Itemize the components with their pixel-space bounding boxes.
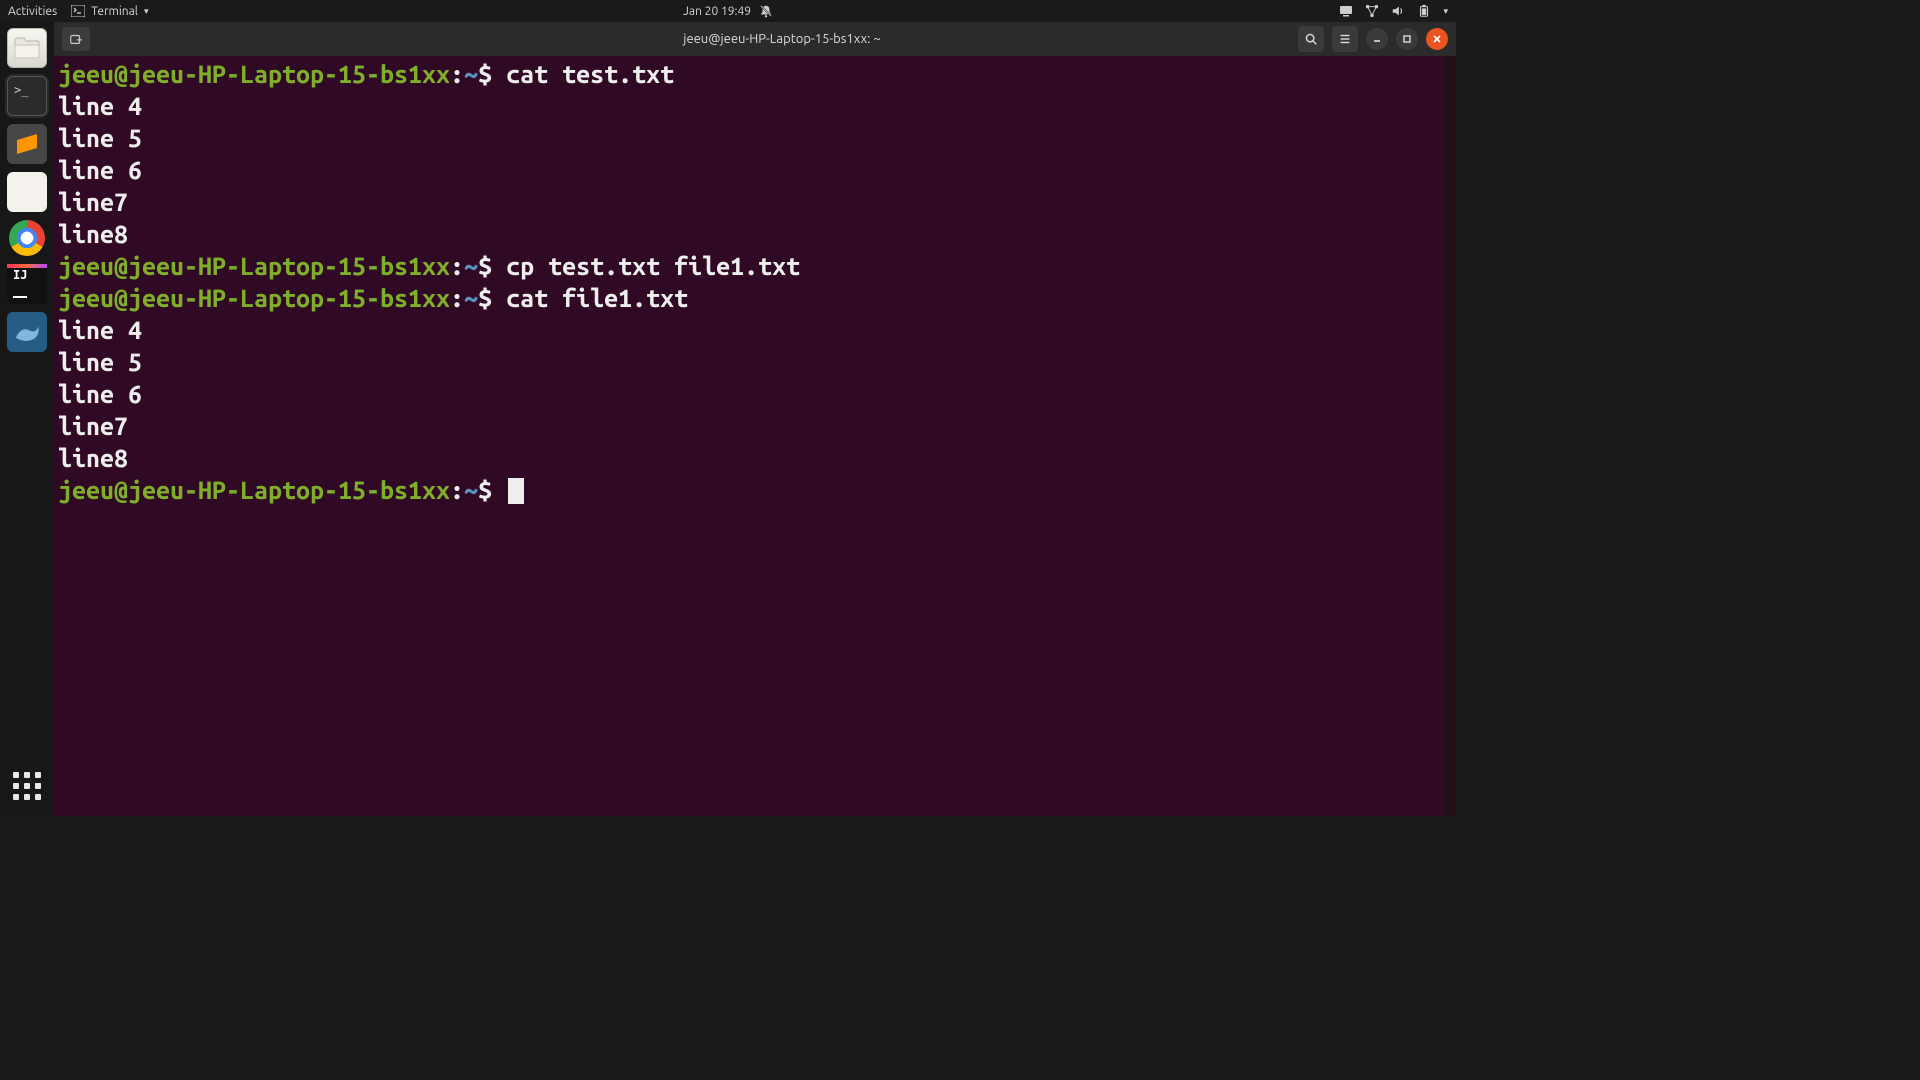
network-icon[interactable] — [1365, 4, 1379, 18]
app-menu-label: Terminal — [91, 5, 138, 18]
search-button[interactable] — [1298, 26, 1324, 52]
scrollbar[interactable] — [1444, 56, 1456, 816]
window-titlebar[interactable]: jeeu@jeeu-HP-Laptop-15-bs1xx: ~ — [54, 22, 1456, 56]
terminal-window: jeeu@jeeu-HP-Laptop-15-bs1xx: ~ jeeu@jee… — [54, 22, 1456, 816]
notification-off-icon[interactable] — [759, 4, 773, 18]
dock-item-sublime-text[interactable] — [7, 124, 47, 164]
terminal-icon — [71, 5, 85, 17]
dock-item-chrome[interactable] — [9, 220, 45, 256]
terminal-cursor — [508, 478, 524, 504]
minimize-button[interactable] — [1366, 28, 1388, 50]
new-tab-button[interactable] — [62, 27, 90, 51]
activities-button[interactable]: Activities — [8, 5, 57, 18]
dock-item-terminal[interactable] — [7, 76, 47, 116]
window-title: jeeu@jeeu-HP-Laptop-15-bs1xx: ~ — [108, 32, 1456, 46]
terminal-output-line: line8 — [58, 442, 1452, 474]
terminal-output-line: line7 — [58, 410, 1452, 442]
terminal-output-line: line 6 — [58, 378, 1452, 410]
dock-item-files[interactable] — [7, 28, 47, 68]
app-menu-terminal[interactable]: Terminal ▾ — [71, 5, 148, 18]
screen-icon[interactable] — [1339, 5, 1353, 17]
clock[interactable]: Jan 20 19:49 — [683, 5, 751, 18]
dropdown-icon: ▾ — [144, 6, 149, 17]
dock-item-mysql-workbench[interactable] — [7, 312, 47, 352]
show-applications-button[interactable] — [7, 766, 47, 806]
terminal-prompt-line: jeeu@jeeu-HP-Laptop-15-bs1xx:~$ cp test.… — [58, 250, 1452, 282]
terminal-output-area[interactable]: jeeu@jeeu-HP-Laptop-15-bs1xx:~$ cat test… — [54, 56, 1456, 816]
terminal-prompt-line: jeeu@jeeu-HP-Laptop-15-bs1xx:~$ cat file… — [58, 282, 1452, 314]
system-menu-dropdown-icon[interactable]: ▾ — [1443, 6, 1448, 17]
terminal-output-line: line 6 — [58, 154, 1452, 186]
terminal-prompt-line: jeeu@jeeu-HP-Laptop-15-bs1xx:~$ — [58, 474, 1452, 506]
terminal-output-line: line8 — [58, 218, 1452, 250]
battery-icon[interactable] — [1417, 4, 1431, 18]
terminal-output-line: line 5 — [58, 122, 1452, 154]
dock-item-intellij[interactable]: IJ — [7, 264, 47, 304]
terminal-prompt-line: jeeu@jeeu-HP-Laptop-15-bs1xx:~$ cat test… — [58, 58, 1452, 90]
terminal-output-line: line7 — [58, 186, 1452, 218]
volume-icon[interactable] — [1391, 4, 1405, 18]
terminal-output-line: line 4 — [58, 314, 1452, 346]
maximize-button[interactable] — [1396, 28, 1418, 50]
dock-item-document-viewer[interactable] — [7, 172, 47, 212]
close-button[interactable] — [1426, 28, 1448, 50]
terminal-output-line: line 4 — [58, 90, 1452, 122]
dock: IJ — [0, 22, 54, 816]
gnome-top-panel: Activities Terminal ▾ Jan 20 19:49 ▾ — [0, 0, 1456, 22]
hamburger-menu-button[interactable] — [1332, 26, 1358, 52]
terminal-output-line: line 5 — [58, 346, 1452, 378]
